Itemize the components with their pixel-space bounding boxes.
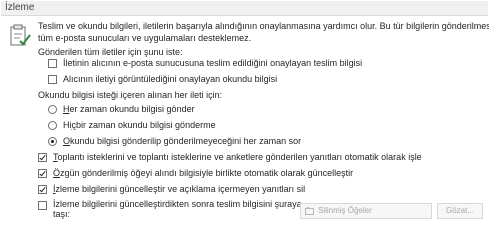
update-original-checkbox[interactable] bbox=[38, 169, 47, 178]
process-meeting-requests-checkbox[interactable] bbox=[38, 153, 47, 162]
delivery-receipt-label: İletinin alıcının e-posta sunucusuna tes… bbox=[63, 58, 363, 68]
radio-always-send-label: Her zaman okundu bilgisi gönder bbox=[63, 104, 195, 114]
radio-always-ask[interactable] bbox=[48, 137, 57, 146]
read-receipt-label: Alıcının iletiyi görüntülediğini onaylay… bbox=[63, 74, 278, 84]
description-line-2: tüm e-posta sunucuları ve uygulamaları d… bbox=[38, 33, 252, 43]
process-meeting-requests-label: Toplantı isteklerini ve toplantı istekle… bbox=[53, 152, 422, 162]
browse-button[interactable]: Gözat... bbox=[437, 203, 483, 219]
description-line-1: Teslim ve okundu bilgileri, iletilerin b… bbox=[38, 21, 489, 31]
update-tracking-checkbox[interactable] bbox=[38, 185, 47, 194]
section-header: İzleme bbox=[1, 1, 488, 16]
radio-always-send[interactable] bbox=[48, 105, 57, 114]
delivery-receipt-checkbox[interactable] bbox=[48, 59, 57, 68]
sent-messages-heading: Gönderilen tüm iletiler için şunu iste: bbox=[38, 47, 183, 57]
radio-always-ask-label: Okundu bilgisi gönderilip gönderilmeyece… bbox=[63, 136, 302, 146]
move-receipt-checkbox[interactable] bbox=[38, 201, 47, 210]
move-receipt-label-line-2: taşı: bbox=[53, 209, 71, 219]
read-receipt-request-heading: Okundu bilgisi isteği içeren alınan her … bbox=[38, 90, 223, 100]
tracking-checklist-icon bbox=[10, 24, 31, 46]
update-original-label: Özgün gönderilmiş öğeyi alındı bilgisiyl… bbox=[53, 168, 354, 178]
radio-never-send-label: Hiçbir zaman okundu bilgisi gönderme bbox=[63, 120, 216, 130]
move-receipt-label-line-1: İzleme bilgilerini güncelleştirdikten so… bbox=[53, 199, 302, 209]
trash-folder-icon bbox=[305, 207, 314, 215]
update-tracking-label: İzleme bilgilerini güncelleştir ve açıkl… bbox=[53, 184, 306, 194]
target-folder-name: Silinmiş Öğeler bbox=[318, 206, 372, 215]
radio-never-send[interactable] bbox=[48, 121, 57, 130]
read-receipt-checkbox[interactable] bbox=[48, 75, 57, 84]
section-title: İzleme bbox=[5, 2, 35, 13]
target-folder-field[interactable]: Silinmiş Öğeler bbox=[300, 203, 432, 219]
